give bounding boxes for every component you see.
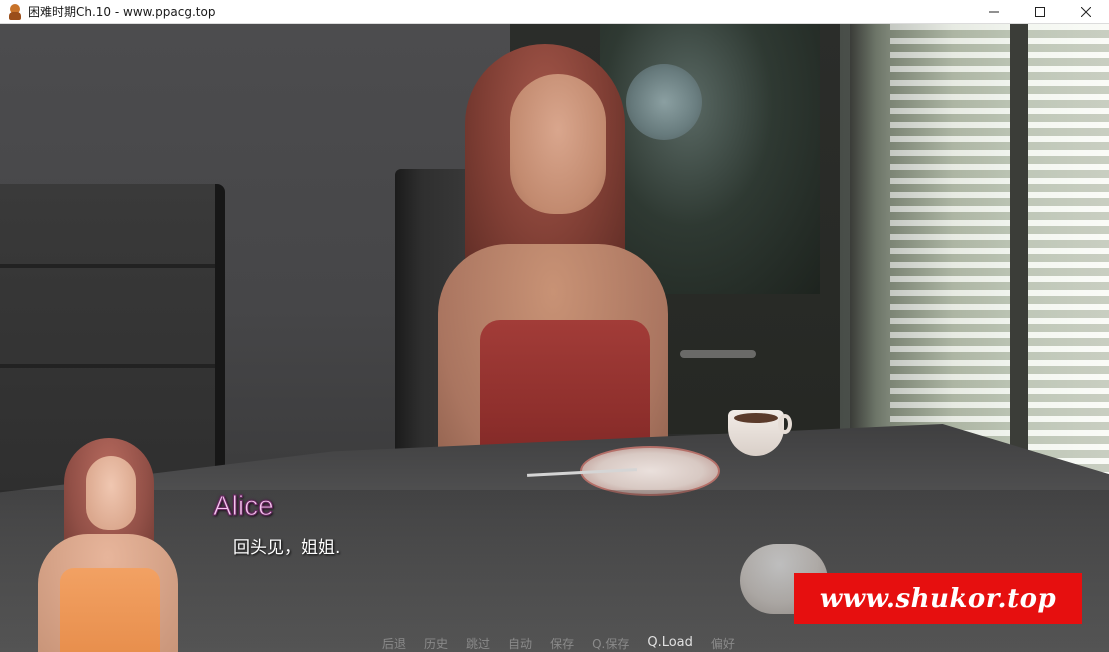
maximize-button[interactable] (1017, 0, 1063, 24)
speaker-side-image (28, 438, 188, 652)
decorative-plate (626, 64, 702, 140)
watermark-text: www.shukor.top (819, 583, 1057, 614)
title-bar: 困难时期Ch.10 - www.ppacg.top (0, 0, 1109, 24)
quick-menu: 后退 历史 跳过 自动 保存 Q.保存 Q.Load 偏好 (382, 635, 753, 652)
quick-menu-skip[interactable]: 跳过 (466, 635, 490, 652)
close-button[interactable] (1063, 0, 1109, 24)
minimize-icon (989, 11, 999, 12)
watermark-banner: www.shukor.top (794, 573, 1082, 624)
quick-menu-back[interactable]: 后退 (382, 635, 406, 652)
quick-menu-preferences[interactable]: 偏好 (711, 635, 735, 652)
window-frame-bar (1010, 24, 1028, 494)
maximize-icon (1035, 6, 1045, 17)
cabinet-handle (680, 350, 756, 358)
character-face (510, 74, 606, 214)
quick-menu-history[interactable]: 历史 (424, 635, 448, 652)
quick-menu-save[interactable]: 保存 (550, 635, 574, 652)
dialogue-text: 回头见，姐姐. (233, 538, 341, 558)
close-icon (1081, 6, 1091, 17)
coffee-cup-handle (778, 414, 792, 434)
speaker-name: Alice (213, 490, 275, 522)
quick-menu-quick-load[interactable]: Q.Load (647, 635, 693, 652)
game-window: 困难时期Ch.10 - www.ppacg.top Alice 回头见，姐姐. … (0, 0, 1109, 652)
window-controls (971, 0, 1109, 24)
quick-menu-quick-save[interactable]: Q.保存 (592, 635, 629, 652)
app-icon (8, 3, 22, 20)
quick-menu-auto[interactable]: 自动 (508, 635, 532, 652)
window-blinds (890, 24, 1109, 484)
window-title: 困难时期Ch.10 - www.ppacg.top (28, 5, 216, 19)
minimize-button[interactable] (971, 0, 1017, 24)
